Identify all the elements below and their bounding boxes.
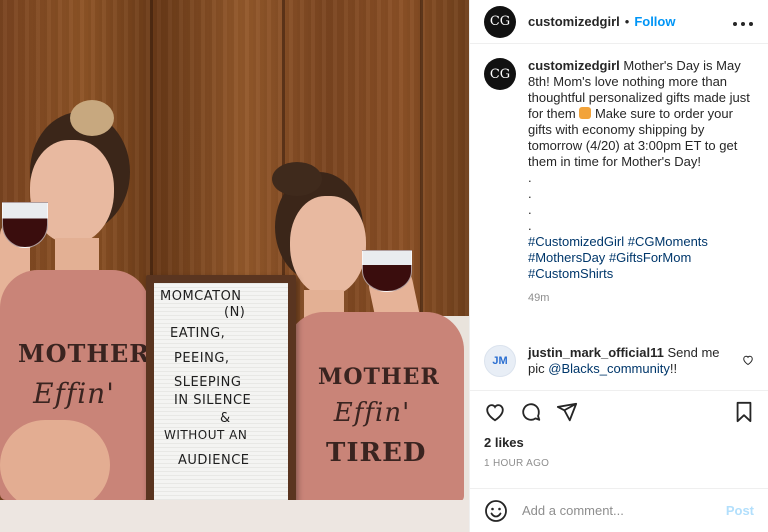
letter-board-line: &: [220, 410, 231, 426]
comment-like-icon[interactable]: [742, 353, 754, 377]
caption-timestamp[interactable]: 49m: [528, 292, 754, 304]
post-sidebar: CG customizedgirl • Follow CG customized…: [469, 0, 768, 532]
letter-board-line: (N): [224, 304, 246, 320]
separator-dot: •: [624, 14, 630, 29]
comment-username[interactable]: justin_mark_official11: [528, 345, 664, 360]
hashtag-link[interactable]: #GiftsForMom: [609, 250, 691, 265]
comment-text: justin_mark_official11 Send me pic @Blac…: [528, 345, 728, 377]
avatar[interactable]: CG: [484, 5, 516, 38]
letter-board-line: IN SILENCE: [174, 392, 252, 408]
comment-row: JM justin_mark_official11 Send me pic @B…: [484, 345, 754, 377]
wine-glass-left: [2, 202, 48, 248]
caption-text: customizedgirl Mother's Day is May 8th! …: [528, 58, 754, 282]
caption-username[interactable]: customizedgirl: [528, 58, 620, 73]
username-link[interactable]: customizedgirl: [528, 14, 620, 29]
letter-board-line: SLEEPING: [174, 375, 242, 391]
hashtags: #CustomizedGirl #CGMoments #MothersDay #…: [528, 234, 754, 282]
hashtag-link[interactable]: #CGMoments: [628, 234, 708, 249]
comment-avatar[interactable]: JM: [484, 345, 516, 377]
shirt-right-line2: Effin': [333, 398, 411, 428]
follow-button[interactable]: Follow: [634, 14, 675, 29]
comment-suffix: !!: [669, 361, 678, 376]
caption-dot: .: [528, 170, 532, 185]
letter-board-line: MOMCATON: [160, 289, 242, 304]
like-count[interactable]: 2 likes: [470, 423, 768, 450]
mention-link[interactable]: @Blacks_community: [548, 361, 670, 376]
letter-board-line: WITHOUT AN: [164, 428, 248, 443]
shirt-left-line2: Effin': [33, 377, 115, 410]
heart-icon[interactable]: [484, 401, 506, 423]
gift-emoji-icon: [579, 107, 592, 119]
emoji-icon[interactable]: [484, 499, 508, 523]
letter-board-line: PEEING,: [174, 350, 230, 366]
letter-board-line: AUDIENCE: [178, 452, 250, 468]
shirt-right-line1: MOTHER: [318, 364, 440, 390]
caption-section: CG customizedgirl Mother's Day is May 8t…: [484, 58, 754, 304]
comment-input[interactable]: [522, 503, 726, 518]
post-timestamp[interactable]: 1 HOUR AGO: [470, 450, 768, 469]
bed-sheet: [0, 500, 469, 532]
caption-avatar[interactable]: CG: [484, 58, 516, 90]
hashtag-link[interactable]: #MothersDay: [528, 250, 605, 265]
letter-board: MOMCATON (N) EATING, PEEING, SLEEPING IN…: [146, 275, 296, 511]
caption-dot: .: [528, 202, 532, 217]
hashtag-link[interactable]: #CustomizedGirl: [528, 234, 624, 249]
comment-icon[interactable]: [520, 401, 542, 423]
letter-board-line: EATING,: [170, 326, 226, 342]
more-options-icon[interactable]: [732, 11, 754, 32]
post-header: CG customizedgirl • Follow: [470, 0, 768, 44]
hashtag-link[interactable]: #CustomShirts: [528, 266, 613, 281]
post-button[interactable]: Post: [726, 503, 754, 518]
shirt-right-line3: TIRED: [326, 438, 427, 468]
post-image[interactable]: MOTHER Effin' MOTHER Effin' TIRED MOMCAT…: [0, 0, 469, 532]
share-icon[interactable]: [556, 401, 578, 423]
caption-dot: .: [528, 186, 532, 201]
post-actions: 2 likes 1 HOUR AGO: [470, 390, 768, 469]
add-comment-bar: Post: [470, 488, 768, 532]
caption-dot: .: [528, 218, 532, 233]
shirt-left-line1: MOTHER: [18, 339, 151, 368]
bookmark-icon[interactable]: [734, 401, 754, 423]
wine-glass-right: [362, 250, 412, 292]
